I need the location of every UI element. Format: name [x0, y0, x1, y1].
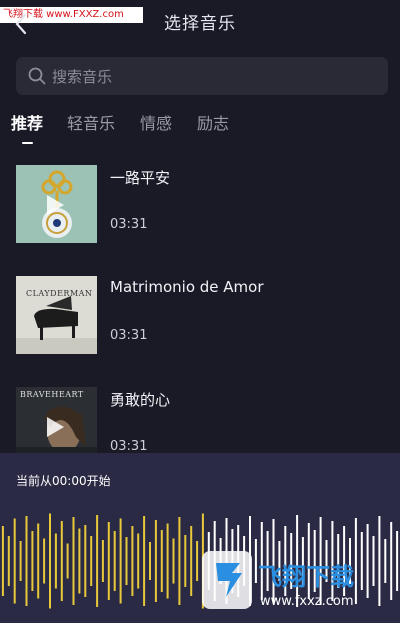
tab-inspirational[interactable]: 励志: [197, 110, 229, 134]
waveform-bar: [184, 535, 187, 587]
waveform-bar: [178, 517, 181, 605]
waveform-bar: [101, 540, 104, 582]
waveform-bar: [196, 541, 199, 581]
watermark-logo: 飞翔下载 www.fxxz.com: [202, 551, 354, 609]
waveform-bar: [390, 522, 393, 600]
active-tab-indicator: [22, 142, 33, 144]
song-cover: BRAVEHEART: [16, 387, 97, 453]
waveform-bar: [31, 531, 34, 591]
cover-text: BRAVEHEART: [20, 390, 84, 399]
waveform-bar: [37, 523, 40, 599]
cover-text: CLAYDERMAN: [26, 289, 93, 298]
waveform-bar: [160, 530, 163, 592]
play-icon[interactable]: [44, 193, 66, 217]
song-title: 一路平安: [110, 169, 171, 187]
waveform-bar: [125, 537, 128, 585]
song-item[interactable]: 一路平安 03:31: [16, 165, 388, 245]
waveform-bar: [113, 531, 116, 591]
search-icon: [28, 67, 46, 85]
waveform-bar: [143, 516, 146, 606]
watermark-logo-url: www.fxxz.com: [260, 594, 354, 609]
waveform-bar: [1, 526, 4, 596]
tab-emotion[interactable]: 情感: [140, 110, 172, 134]
search-placeholder: 搜索音乐: [52, 68, 113, 86]
song-duration: 03:31: [110, 328, 148, 343]
piano-artwork: [16, 276, 97, 354]
waveform-bar: [107, 522, 110, 600]
song-duration: 03:31: [110, 439, 148, 454]
song-duration: 03:31: [110, 217, 148, 232]
waveform-bar: [90, 536, 93, 586]
waveform-bar: [172, 538, 175, 584]
waveform-bar: [166, 523, 169, 599]
waveform-bar: [78, 528, 81, 594]
waveform-bar: [19, 541, 22, 581]
song-title: 勇敢的心: [110, 391, 171, 409]
waveform-bar: [43, 538, 46, 584]
waveform-bar: [154, 520, 157, 602]
song-cover: [16, 165, 97, 243]
waveform-bar: [60, 521, 63, 601]
waveform-bar: [119, 518, 122, 604]
tab-recommended[interactable]: 推荐: [11, 110, 43, 134]
waveform-bar: [25, 516, 28, 606]
start-time-label: 当前从00:00开始: [16, 474, 111, 488]
waveform-bar: [396, 531, 399, 591]
waveform-bar: [96, 515, 99, 607]
page-title: 选择音乐: [164, 14, 236, 34]
waveform-bar: [72, 517, 75, 605]
song-cover: CLAYDERMAN: [16, 276, 97, 354]
play-icon[interactable]: [44, 415, 66, 439]
waveform-bar: [49, 513, 51, 609]
waveform-bar: [66, 543, 69, 579]
tab-light-music[interactable]: 轻音乐: [67, 110, 115, 134]
waveform-bar: [54, 533, 57, 589]
waveform-bar: [131, 526, 134, 596]
waveform-bar: [137, 533, 140, 589]
waveform-bar: [149, 542, 151, 580]
search-bar[interactable]: 搜索音乐: [16, 57, 388, 95]
waveform-bar: [190, 526, 193, 596]
song-title: Matrimonio de Amor: [110, 278, 264, 296]
waveform-bar: [7, 536, 10, 586]
watermark-logo-title: 飞翔下载: [258, 563, 354, 591]
waveform-bar: [84, 525, 87, 597]
waveform-bar: [13, 518, 16, 604]
song-item[interactable]: CLAYDERMAN Matrimonio de Amor 03:31: [16, 276, 388, 356]
